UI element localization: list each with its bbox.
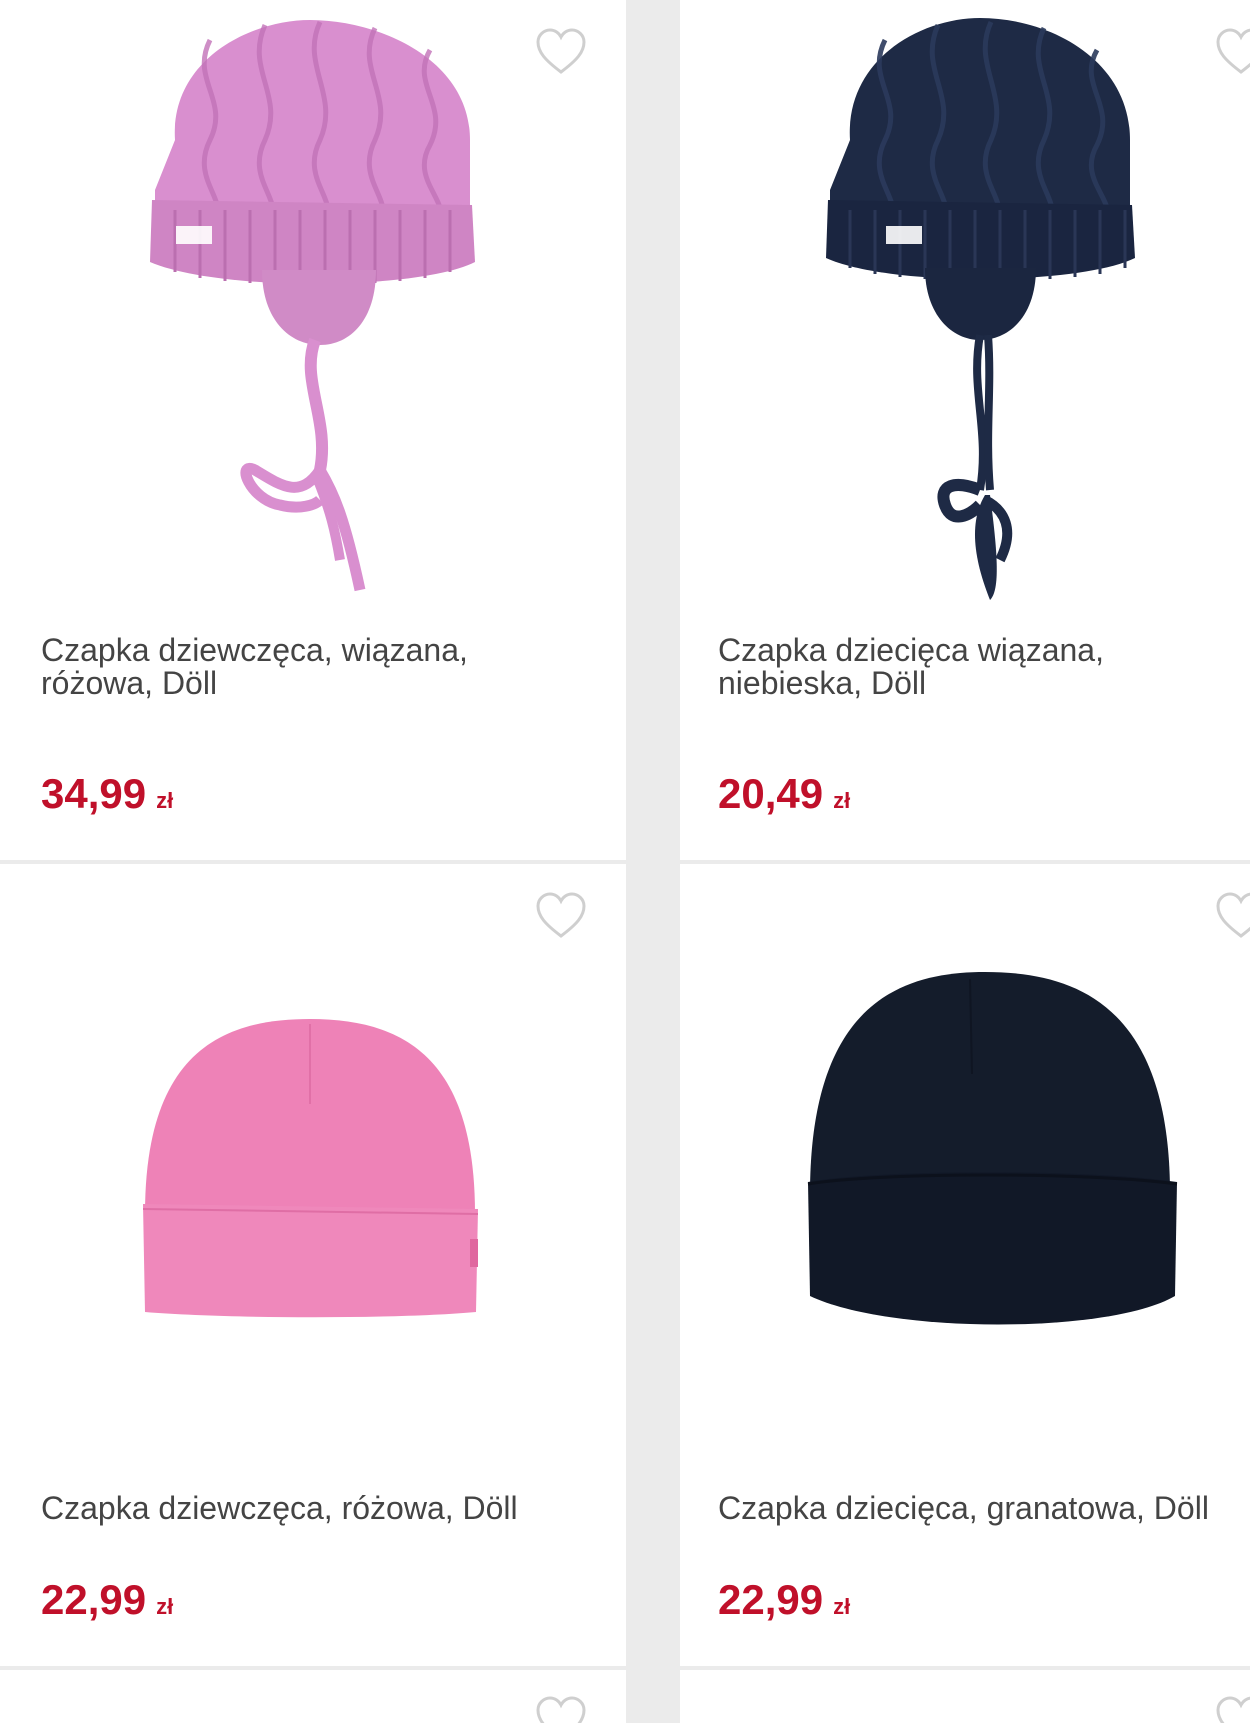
product-price: 20,49 zł xyxy=(718,770,850,818)
price-currency: zł xyxy=(833,788,851,813)
product-title[interactable]: Czapka dziecięca wiązana, niebieska, Döl… xyxy=(718,634,1248,700)
favorite-heart-icon[interactable] xyxy=(535,1696,587,1723)
favorite-heart-icon[interactable] xyxy=(535,892,587,940)
product-image-navy-knitted-hat[interactable] xyxy=(680,0,1250,610)
product-price: 34,99 zł xyxy=(41,770,173,818)
price-amount: 22,99 xyxy=(41,1576,147,1623)
product-card-partial[interactable] xyxy=(0,1670,626,1723)
favorite-heart-icon[interactable] xyxy=(535,28,587,76)
product-card[interactable]: Czapka dziewczęca, różowa, Döll 22,99 zł xyxy=(0,864,626,1666)
product-image-pink-beanie[interactable] xyxy=(0,864,626,1424)
product-card[interactable]: Czapka dziecięca, granatowa, Döll 22,99 z… xyxy=(680,864,1250,1666)
product-card-partial[interactable] xyxy=(680,1670,1250,1723)
favorite-heart-icon[interactable] xyxy=(1215,892,1250,940)
price-currency: zł xyxy=(833,1594,851,1619)
price-amount: 20,49 xyxy=(718,770,824,817)
product-price: 22,99 zł xyxy=(41,1576,173,1624)
favorite-heart-icon[interactable] xyxy=(1215,1696,1250,1723)
favorite-heart-icon[interactable] xyxy=(1215,28,1250,76)
product-image-pink-knitted-hat[interactable] xyxy=(0,0,626,610)
product-title[interactable]: Czapka dziewczęca, różowa, Döll xyxy=(41,1492,581,1525)
product-price: 22,99 zł xyxy=(718,1576,850,1624)
price-currency: zł xyxy=(156,1594,174,1619)
product-title[interactable]: Czapka dziecięca, granatowa, Döll xyxy=(718,1492,1248,1525)
product-grid: Czapka dziewczęca, wiązana, różowa, Döll… xyxy=(0,0,1250,1723)
product-title[interactable]: Czapka dziewczęca, wiązana, różowa, Döll xyxy=(41,634,581,700)
price-amount: 34,99 xyxy=(41,770,147,817)
price-amount: 22,99 xyxy=(718,1576,824,1623)
product-card[interactable]: Czapka dziewczęca, wiązana, różowa, Döll… xyxy=(0,0,626,860)
product-card[interactable]: Czapka dziecięca wiązana, niebieska, Döl… xyxy=(680,0,1250,860)
price-currency: zł xyxy=(156,788,174,813)
product-image-navy-beanie[interactable] xyxy=(680,864,1250,1424)
